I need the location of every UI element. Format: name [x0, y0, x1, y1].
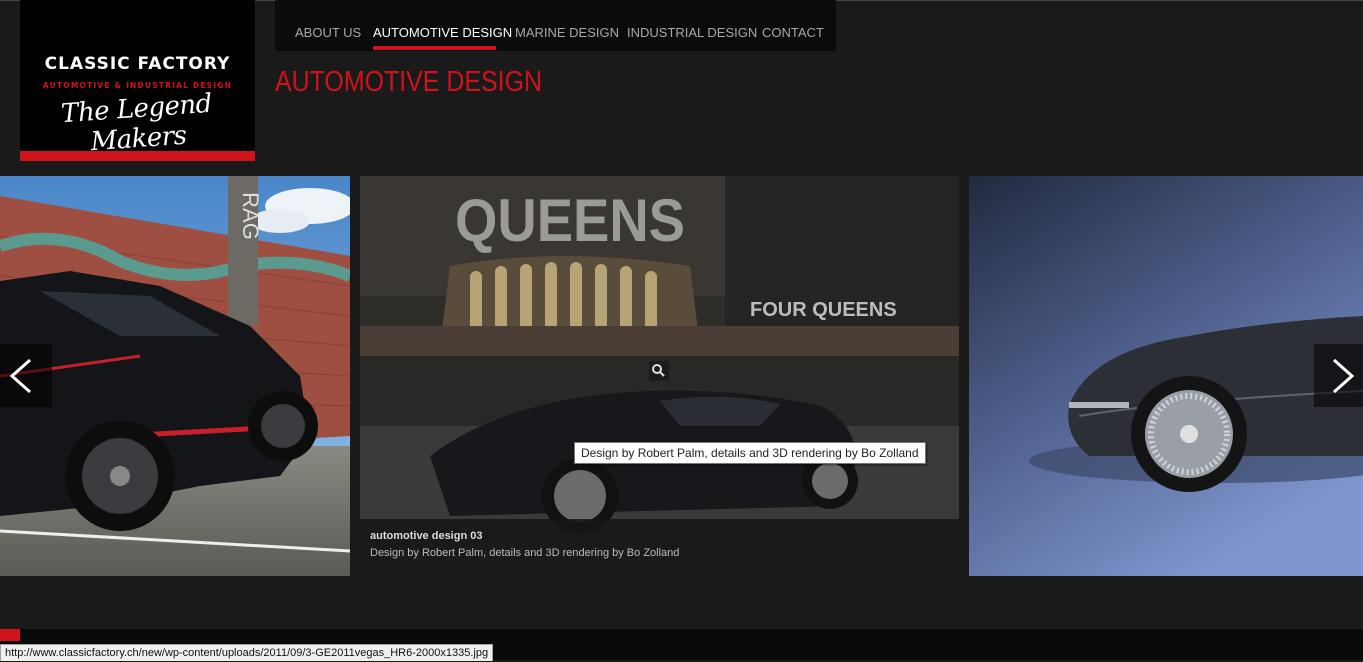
- gallery-slide-previous[interactable]: RAG: [0, 176, 350, 576]
- nav-item-marine-design[interactable]: MARINE DESIGN: [515, 0, 619, 51]
- main-nav: ABOUT US AUTOMOTIVE DESIGN MARINE DESIGN…: [275, 0, 836, 51]
- nav-item-automotive-design[interactable]: AUTOMOTIVE DESIGN: [373, 0, 512, 51]
- image-tooltip: Design by Robert Palm, details and 3D re…: [574, 442, 926, 464]
- nav-item-industrial-design[interactable]: INDUSTRIAL DESIGN: [627, 0, 757, 51]
- nav-item-contact[interactable]: CONTACT: [762, 0, 824, 51]
- caption-title: automotive design 03: [370, 530, 483, 542]
- nav-active-indicator: [373, 46, 496, 50]
- wall-sign: RAG: [238, 192, 263, 240]
- queens-sign: QUEENS: [455, 187, 685, 254]
- four-queens-sign: FOUR QUEENS: [750, 299, 897, 321]
- chevron-left-icon: [9, 358, 31, 394]
- page-title: AUTOMOTIVE DESIGN: [275, 66, 542, 98]
- browser-status-bar: http://www.classicfactory.ch/new/wp-cont…: [0, 644, 494, 661]
- logo-name: CLASSIC FACTORY: [44, 54, 231, 74]
- race-car-image: RAG: [0, 176, 350, 576]
- gallery-slide-next[interactable]: [969, 176, 1363, 576]
- logo-red-bar: [20, 151, 255, 161]
- roadster-image: [969, 176, 1363, 576]
- site-logo[interactable]: CLASSIC FACTORY AUTOMOTIVE & INDUSTRIAL …: [20, 0, 255, 161]
- slide-caption: automotive design 03 Design by Robert Pa…: [360, 519, 959, 571]
- caption-text: Design by Robert Palm, details and 3D re…: [370, 547, 680, 559]
- nav-item-about-us[interactable]: ABOUT US: [295, 0, 361, 51]
- slider-next-button[interactable]: [1314, 344, 1363, 407]
- zoom-icon[interactable]: [649, 361, 669, 381]
- slider-prev-button[interactable]: [0, 344, 52, 407]
- chevron-right-icon: [1333, 358, 1355, 394]
- footer-accent: [0, 629, 20, 641]
